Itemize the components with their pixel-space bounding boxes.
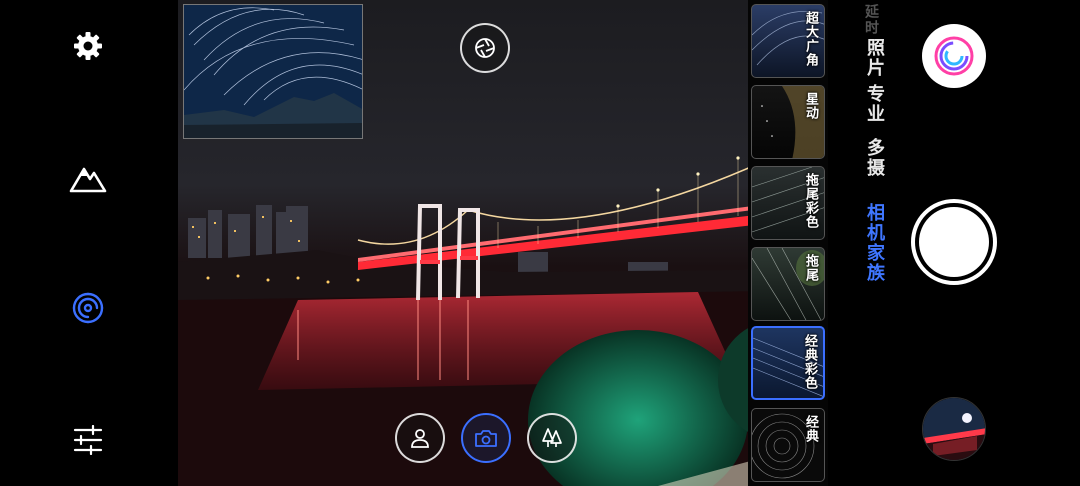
aperture-icon[interactable] — [460, 23, 510, 73]
mode-card-classic[interactable]: 经典 — [751, 408, 825, 482]
mode-card-star-motion[interactable]: 星动 — [751, 85, 825, 159]
mountain-icon[interactable] — [64, 154, 112, 202]
mode-label: 拖尾彩色 — [803, 173, 818, 229]
mode-label: 超大广角 — [803, 11, 818, 67]
mode-card-classic-color[interactable]: 经典彩色 — [751, 326, 825, 400]
tab-camera-family[interactable]: 相机家族 — [861, 203, 887, 283]
tab-pro[interactable]: 专业 — [861, 84, 887, 124]
gallery-thumbnail[interactable] — [922, 397, 986, 461]
trees-icon[interactable] — [527, 413, 577, 463]
lens-switch-icon[interactable] — [922, 24, 986, 88]
right-panel: 延时 照片 专业 多摄 相机家族 — [828, 0, 1080, 486]
tab-photo[interactable]: 照片 — [861, 38, 887, 78]
sample-preview-thumbnail[interactable] — [183, 4, 363, 139]
camera-icon[interactable] — [461, 413, 511, 463]
night-mode-strip: 超大广角 星动 拖尾彩色 拖尾 经典彩色 经典 — [748, 0, 828, 486]
mode-label: 拖尾 — [803, 254, 818, 282]
tab-timelapse[interactable]: 延时 — [861, 4, 881, 36]
mode-card-ultra-wide[interactable]: 超大广角 — [751, 4, 825, 78]
left-toolbar — [0, 0, 178, 486]
shutter-button[interactable] — [911, 199, 997, 285]
sliders-icon[interactable] — [64, 416, 112, 464]
tab-multi-camera[interactable]: 多摄 — [861, 138, 887, 178]
portrait-icon[interactable] — [395, 413, 445, 463]
swirl-icon[interactable] — [64, 284, 112, 332]
mode-card-color-trail[interactable]: 拖尾彩色 — [751, 166, 825, 240]
settings-gear-icon[interactable] — [64, 22, 112, 70]
mode-card-trail[interactable]: 拖尾 — [751, 247, 825, 321]
camera-viewfinder[interactable] — [178, 0, 828, 486]
mode-label: 经典 — [803, 415, 818, 443]
mode-label: 星动 — [803, 92, 818, 120]
shutter-inner — [919, 207, 989, 277]
mode-label: 经典彩色 — [802, 334, 817, 390]
